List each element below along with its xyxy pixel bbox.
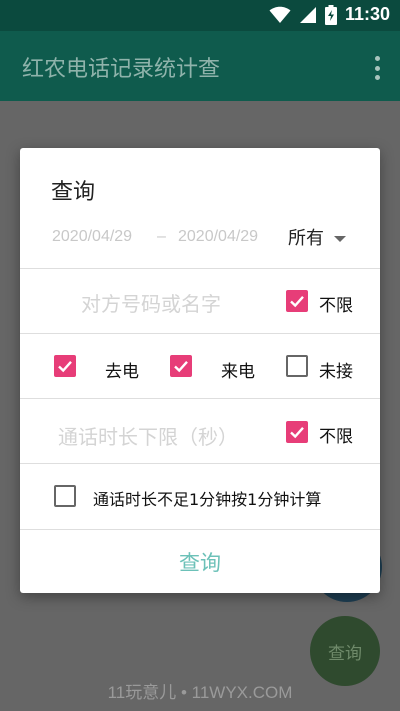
dropdown-arrow-icon: [334, 236, 346, 242]
missed-label: 未接: [319, 362, 353, 382]
start-date[interactable]: 2020/04/29: [52, 228, 132, 246]
end-date[interactable]: 2020/04/29: [178, 228, 258, 246]
incoming-checkbox[interactable]: [170, 355, 192, 377]
check-icon: [58, 360, 72, 373]
query-fab: 查询: [310, 616, 380, 686]
status-icons: 11:30: [269, 4, 390, 25]
divider: [20, 398, 380, 399]
contact-unlimited-checkbox[interactable]: [286, 290, 308, 312]
outgoing-label: 去电: [105, 362, 139, 382]
divider: [20, 333, 380, 334]
app-title: 红农电话记录统计查: [22, 57, 221, 82]
watermark: 11玩意儿 • 11WYX.COM: [107, 683, 293, 702]
check-icon: [290, 295, 304, 308]
dropdown-value: 所有: [288, 228, 324, 249]
status-time: 11:30: [344, 4, 390, 24]
battery-icon: [324, 4, 337, 25]
contact-unlimited-label: 不限: [319, 296, 353, 316]
divider: [20, 268, 380, 269]
more-vert-icon[interactable]: [372, 53, 382, 83]
min-duration-input[interactable]: 通话时长下限（秒）: [58, 421, 238, 450]
date-range-row: 2020/04/29 – 2020/04/29 所有: [20, 218, 380, 268]
query-dialog: 查询 2020/04/29 – 2020/04/29 所有 对方号码或名字 不限…: [20, 148, 380, 593]
duration-unlimited-checkbox[interactable]: [286, 421, 308, 443]
outgoing-checkbox[interactable]: [54, 355, 76, 377]
check-icon: [174, 360, 188, 373]
duration-unlimited-label: 不限: [319, 427, 353, 447]
round-up-checkbox[interactable]: [54, 485, 76, 507]
incoming-label: 来电: [221, 362, 255, 382]
divider: [20, 463, 380, 464]
signal-icon: [299, 6, 316, 23]
call-type-dropdown[interactable]: 所有: [288, 224, 346, 250]
status-bar: 11:30: [0, 0, 400, 31]
date-separator: –: [157, 228, 166, 245]
app-bar: 红农电话记录统计查: [0, 31, 400, 101]
wifi-icon: [269, 6, 291, 23]
missed-checkbox[interactable]: [286, 355, 308, 377]
contact-input[interactable]: 对方号码或名字: [81, 288, 221, 317]
round-up-label: 通话时长不足1分钟按1分钟计算: [93, 490, 322, 509]
dialog-title: 查询: [51, 180, 96, 205]
query-button[interactable]: 查询: [20, 530, 380, 593]
check-icon: [290, 426, 304, 439]
